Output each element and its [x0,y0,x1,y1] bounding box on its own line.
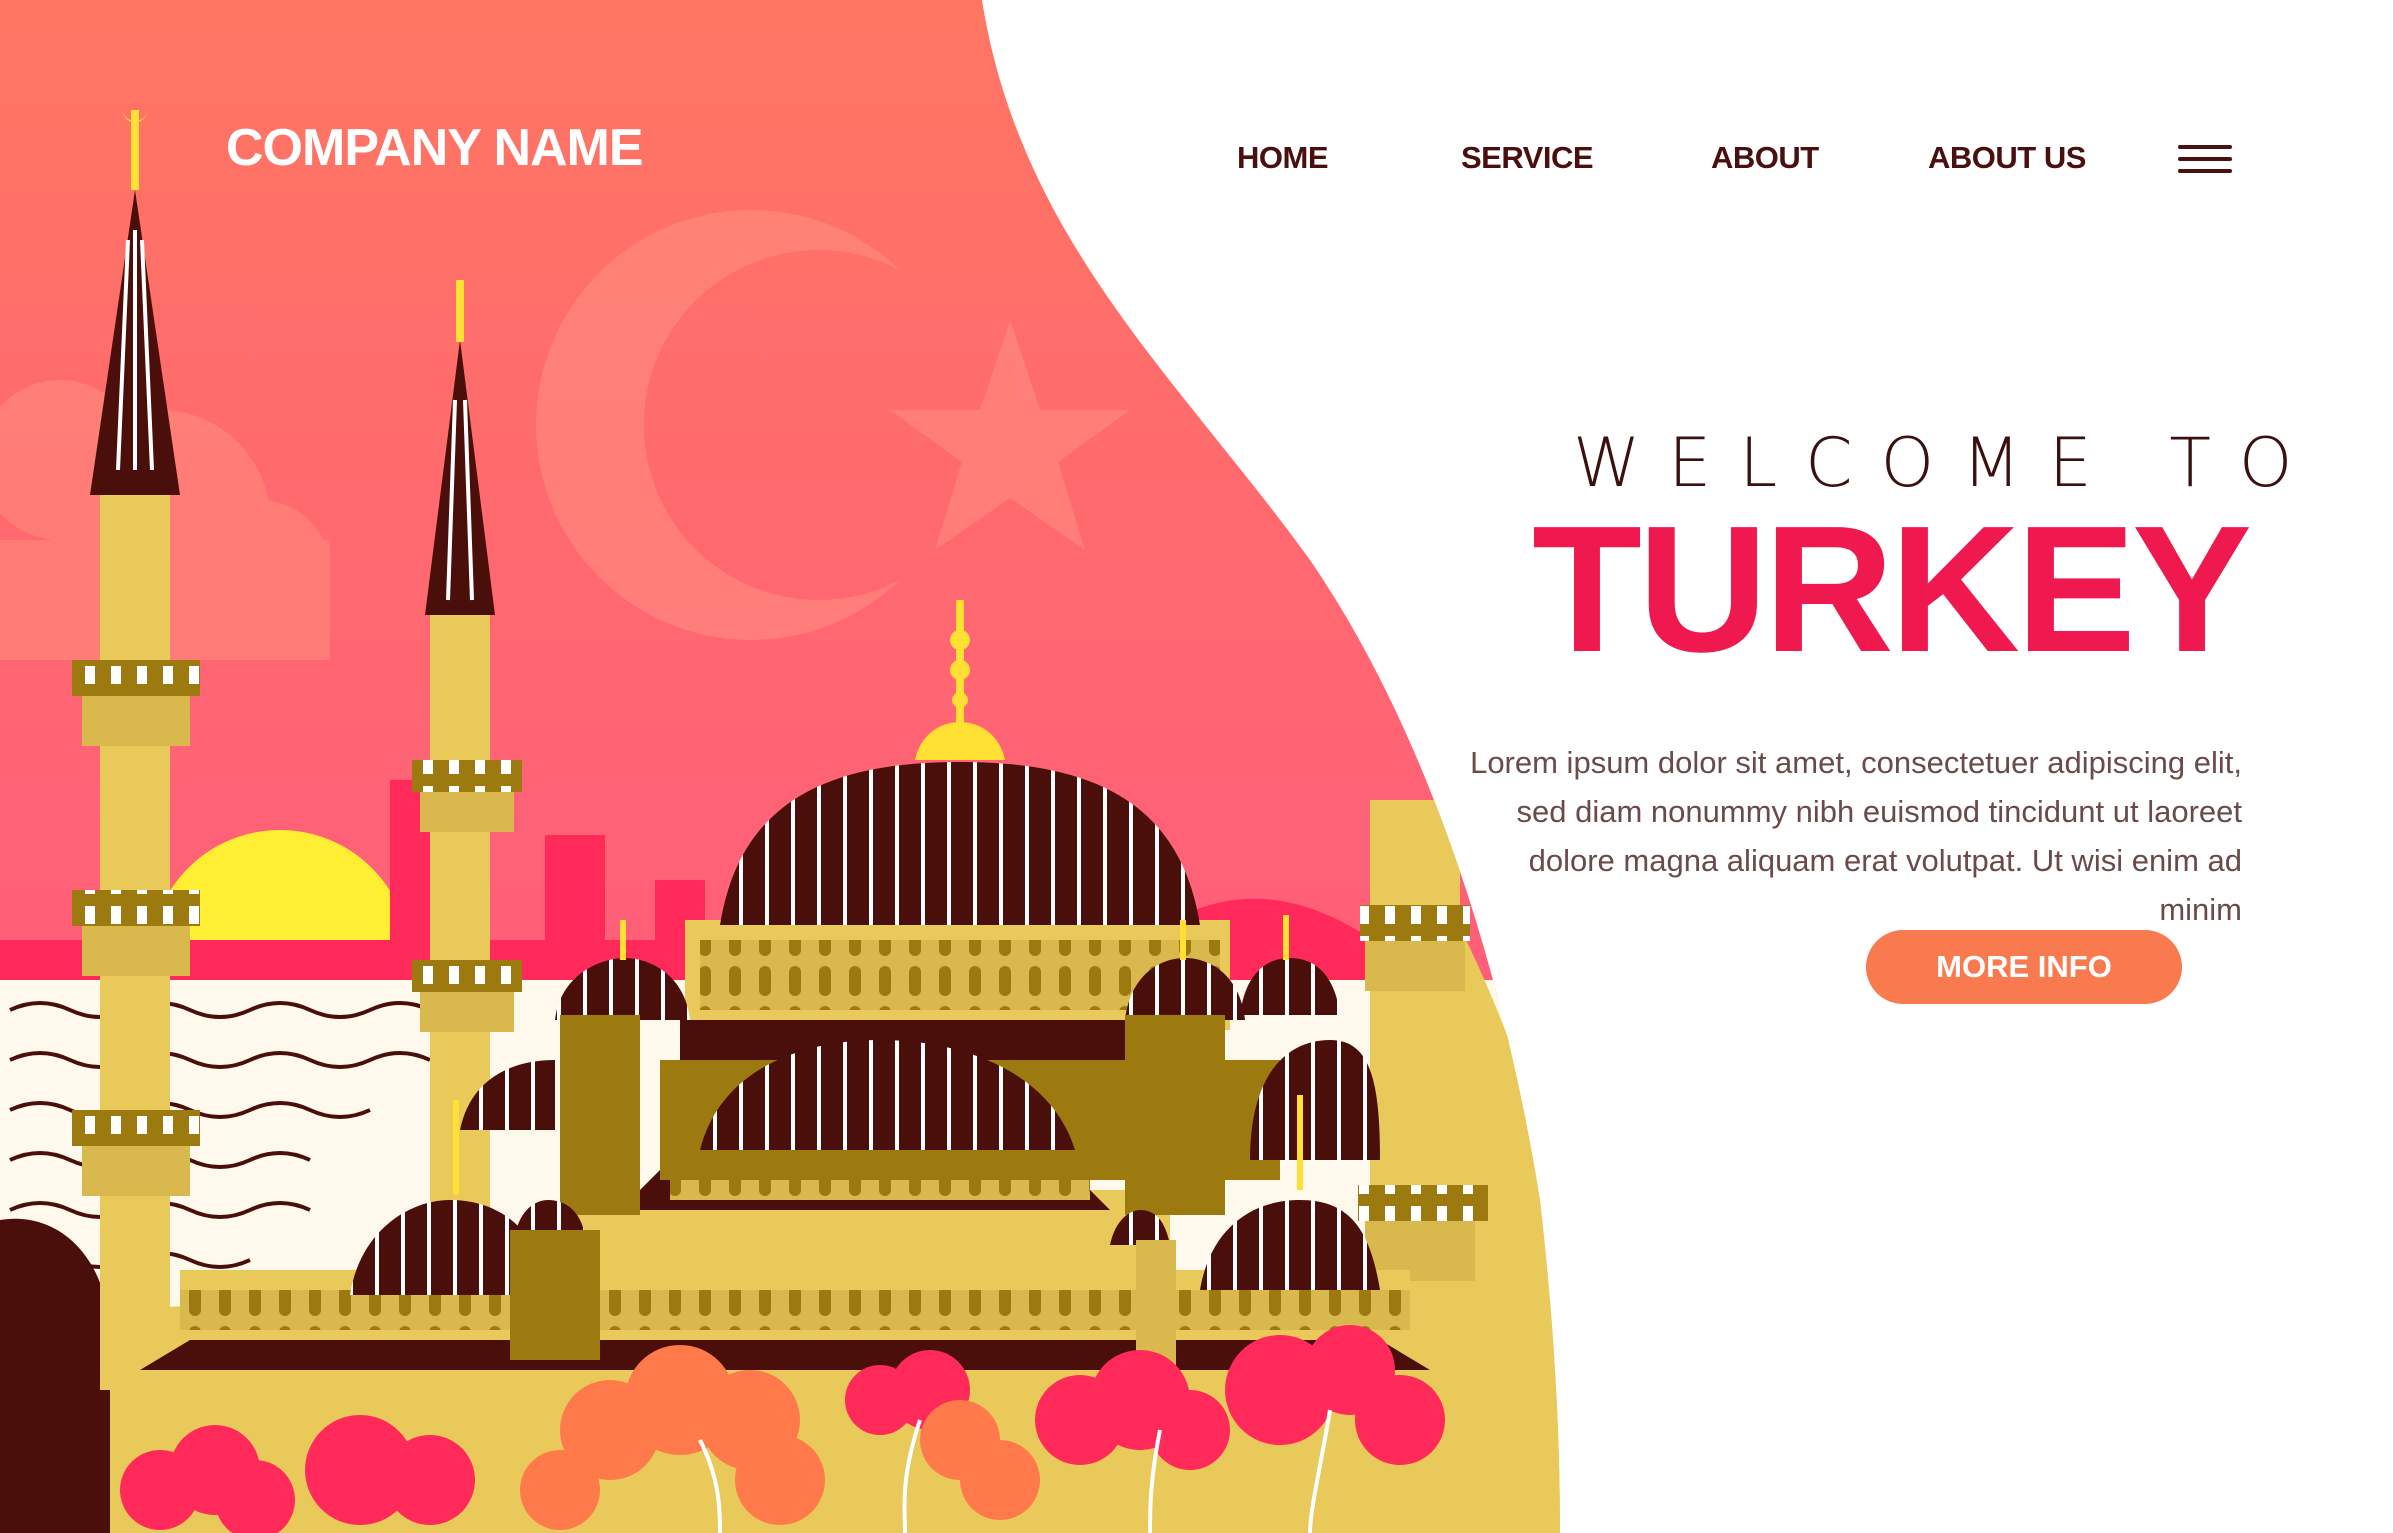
menu-bar [2178,145,2232,149]
landing-page: COMPANY NAME HOME SERVICE ABOUT ABOUT US… [0,0,2393,1533]
illustration-group [0,0,1560,1533]
hero-description: Lorem ipsum dolor sit amet, consectetuer… [1470,745,2242,927]
nav-home[interactable]: HOME [1237,140,1329,176]
nav-about-us[interactable]: ABOUT US [1928,140,2086,176]
menu-bar [2178,157,2232,161]
menu-bar [2178,169,2232,173]
nav-service[interactable]: SERVICE [1461,140,1594,176]
hamburger-menu-icon[interactable] [2178,143,2232,177]
company-logo[interactable]: COMPANY NAME [226,118,644,178]
hero-title: TURKEY [1532,489,2252,690]
more-info-button[interactable]: MORE INFO [1866,930,2182,1004]
nav-about[interactable]: ABOUT [1711,140,1819,176]
